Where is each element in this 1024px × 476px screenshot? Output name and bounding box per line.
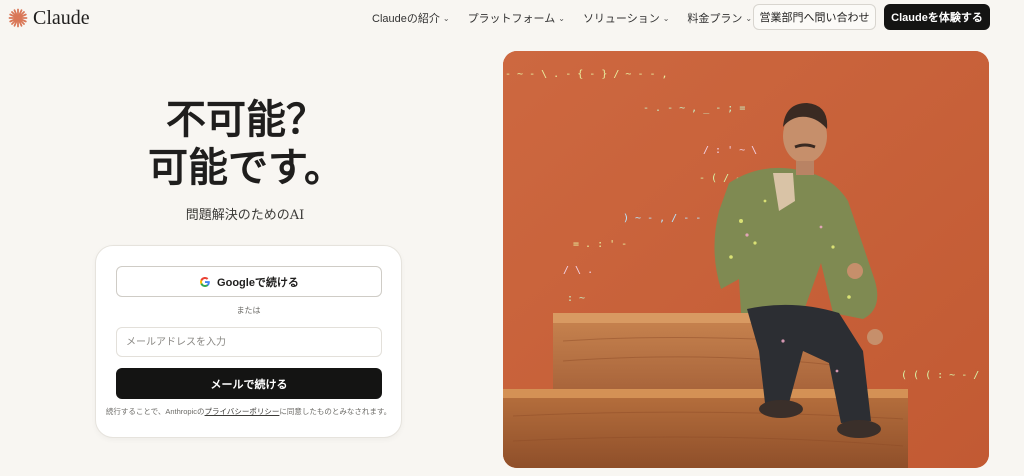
email-field[interactable] xyxy=(116,327,382,357)
chevron-down-icon: ⌄ xyxy=(745,13,753,23)
brand-logo[interactable]: Claude xyxy=(8,6,90,30)
main-nav: Claudeの紹介 ⌄ プラットフォーム ⌄ ソリューション ⌄ 料金プラン ⌄… xyxy=(372,10,802,26)
chevron-down-icon: ⌄ xyxy=(662,13,670,23)
headline-line-1: 不可能？ xyxy=(166,96,326,143)
try-claude-button[interactable]: Claudeを体験する xyxy=(884,4,990,30)
brand-name: Claude xyxy=(33,6,90,29)
or-divider: または xyxy=(236,306,261,315)
terms-prefix: 続行することで、Anthropicの xyxy=(105,407,205,416)
svg-text:/ \ .: / \ . xyxy=(563,265,593,276)
claude-sparkle-icon xyxy=(8,8,28,28)
svg-text:) ~ - , / - -: ) ~ - , / - - xyxy=(623,213,701,224)
hero-illustration: - ~ - \ . - { - } / ~ - - , - . - ~ , _ … xyxy=(503,51,989,468)
signin-card: Googleで続ける または メールで続ける 続行することで、Anthropic… xyxy=(95,245,402,438)
svg-text:: ~: : ~ xyxy=(567,293,585,304)
privacy-policy-link[interactable]: プライバシーポリシー xyxy=(205,407,280,416)
hero-subhead: 問題解決のためのAI xyxy=(185,208,305,223)
svg-text:/ : ' ~ \: / : ' ~ \ xyxy=(703,145,757,156)
svg-text:- ~ - \ . - { - } / ~ - - ,: - ~ - \ . - { - } / ~ - - , xyxy=(505,69,668,80)
svg-text:- . - ~ , _ - ; =: - . - ~ , _ - ; = xyxy=(643,103,745,114)
nav-item-pricing[interactable]: 料金プラン ⌄ xyxy=(687,10,752,26)
google-g-icon xyxy=(200,276,210,287)
hero-image: - ~ - \ . - { - } / ~ - - , - . - ~ , _ … xyxy=(503,51,989,468)
contact-sales-button[interactable]: 営業部門へ問い合わせ xyxy=(753,4,876,30)
google-signin-label: Googleで続ける xyxy=(217,276,299,289)
top-nav-bar: Claude Claudeの紹介 ⌄ プラットフォーム ⌄ ソリューション ⌄ … xyxy=(0,0,1024,36)
nav-label: 料金プラン xyxy=(687,13,743,25)
chevron-down-icon: ⌄ xyxy=(558,13,565,23)
nav-item-platform[interactable]: プラットフォーム ⌄ xyxy=(468,10,565,26)
headline-line-2: 可能です。 xyxy=(148,144,344,191)
svg-text:= . : ' -: = . : ' - xyxy=(573,239,627,250)
nav-label: ソリューション xyxy=(582,13,660,25)
nav-label: プラットフォーム xyxy=(467,13,556,25)
google-signin-button[interactable]: Googleで続ける xyxy=(116,266,382,297)
chevron-down-icon: ⌄ xyxy=(442,13,450,23)
nav-item-solutions[interactable]: ソリューション ⌄ xyxy=(583,10,669,26)
terms-notice: 続行することで、Anthropicのプライバシーポリシーに同意したものとみなされ… xyxy=(96,406,401,417)
nav-item-about[interactable]: Claudeの紹介 ⌄ xyxy=(372,10,450,26)
svg-text:( ( ( : ~ - /: ( ( ( : ~ - / xyxy=(901,370,979,381)
email-continue-button[interactable]: メールで続ける xyxy=(116,368,382,399)
nav-label: Claudeの紹介 xyxy=(372,13,440,25)
hero-headline: 不可能？ 可能です。 xyxy=(146,96,346,192)
terms-suffix: に同意したものとみなされます。 xyxy=(279,407,392,416)
